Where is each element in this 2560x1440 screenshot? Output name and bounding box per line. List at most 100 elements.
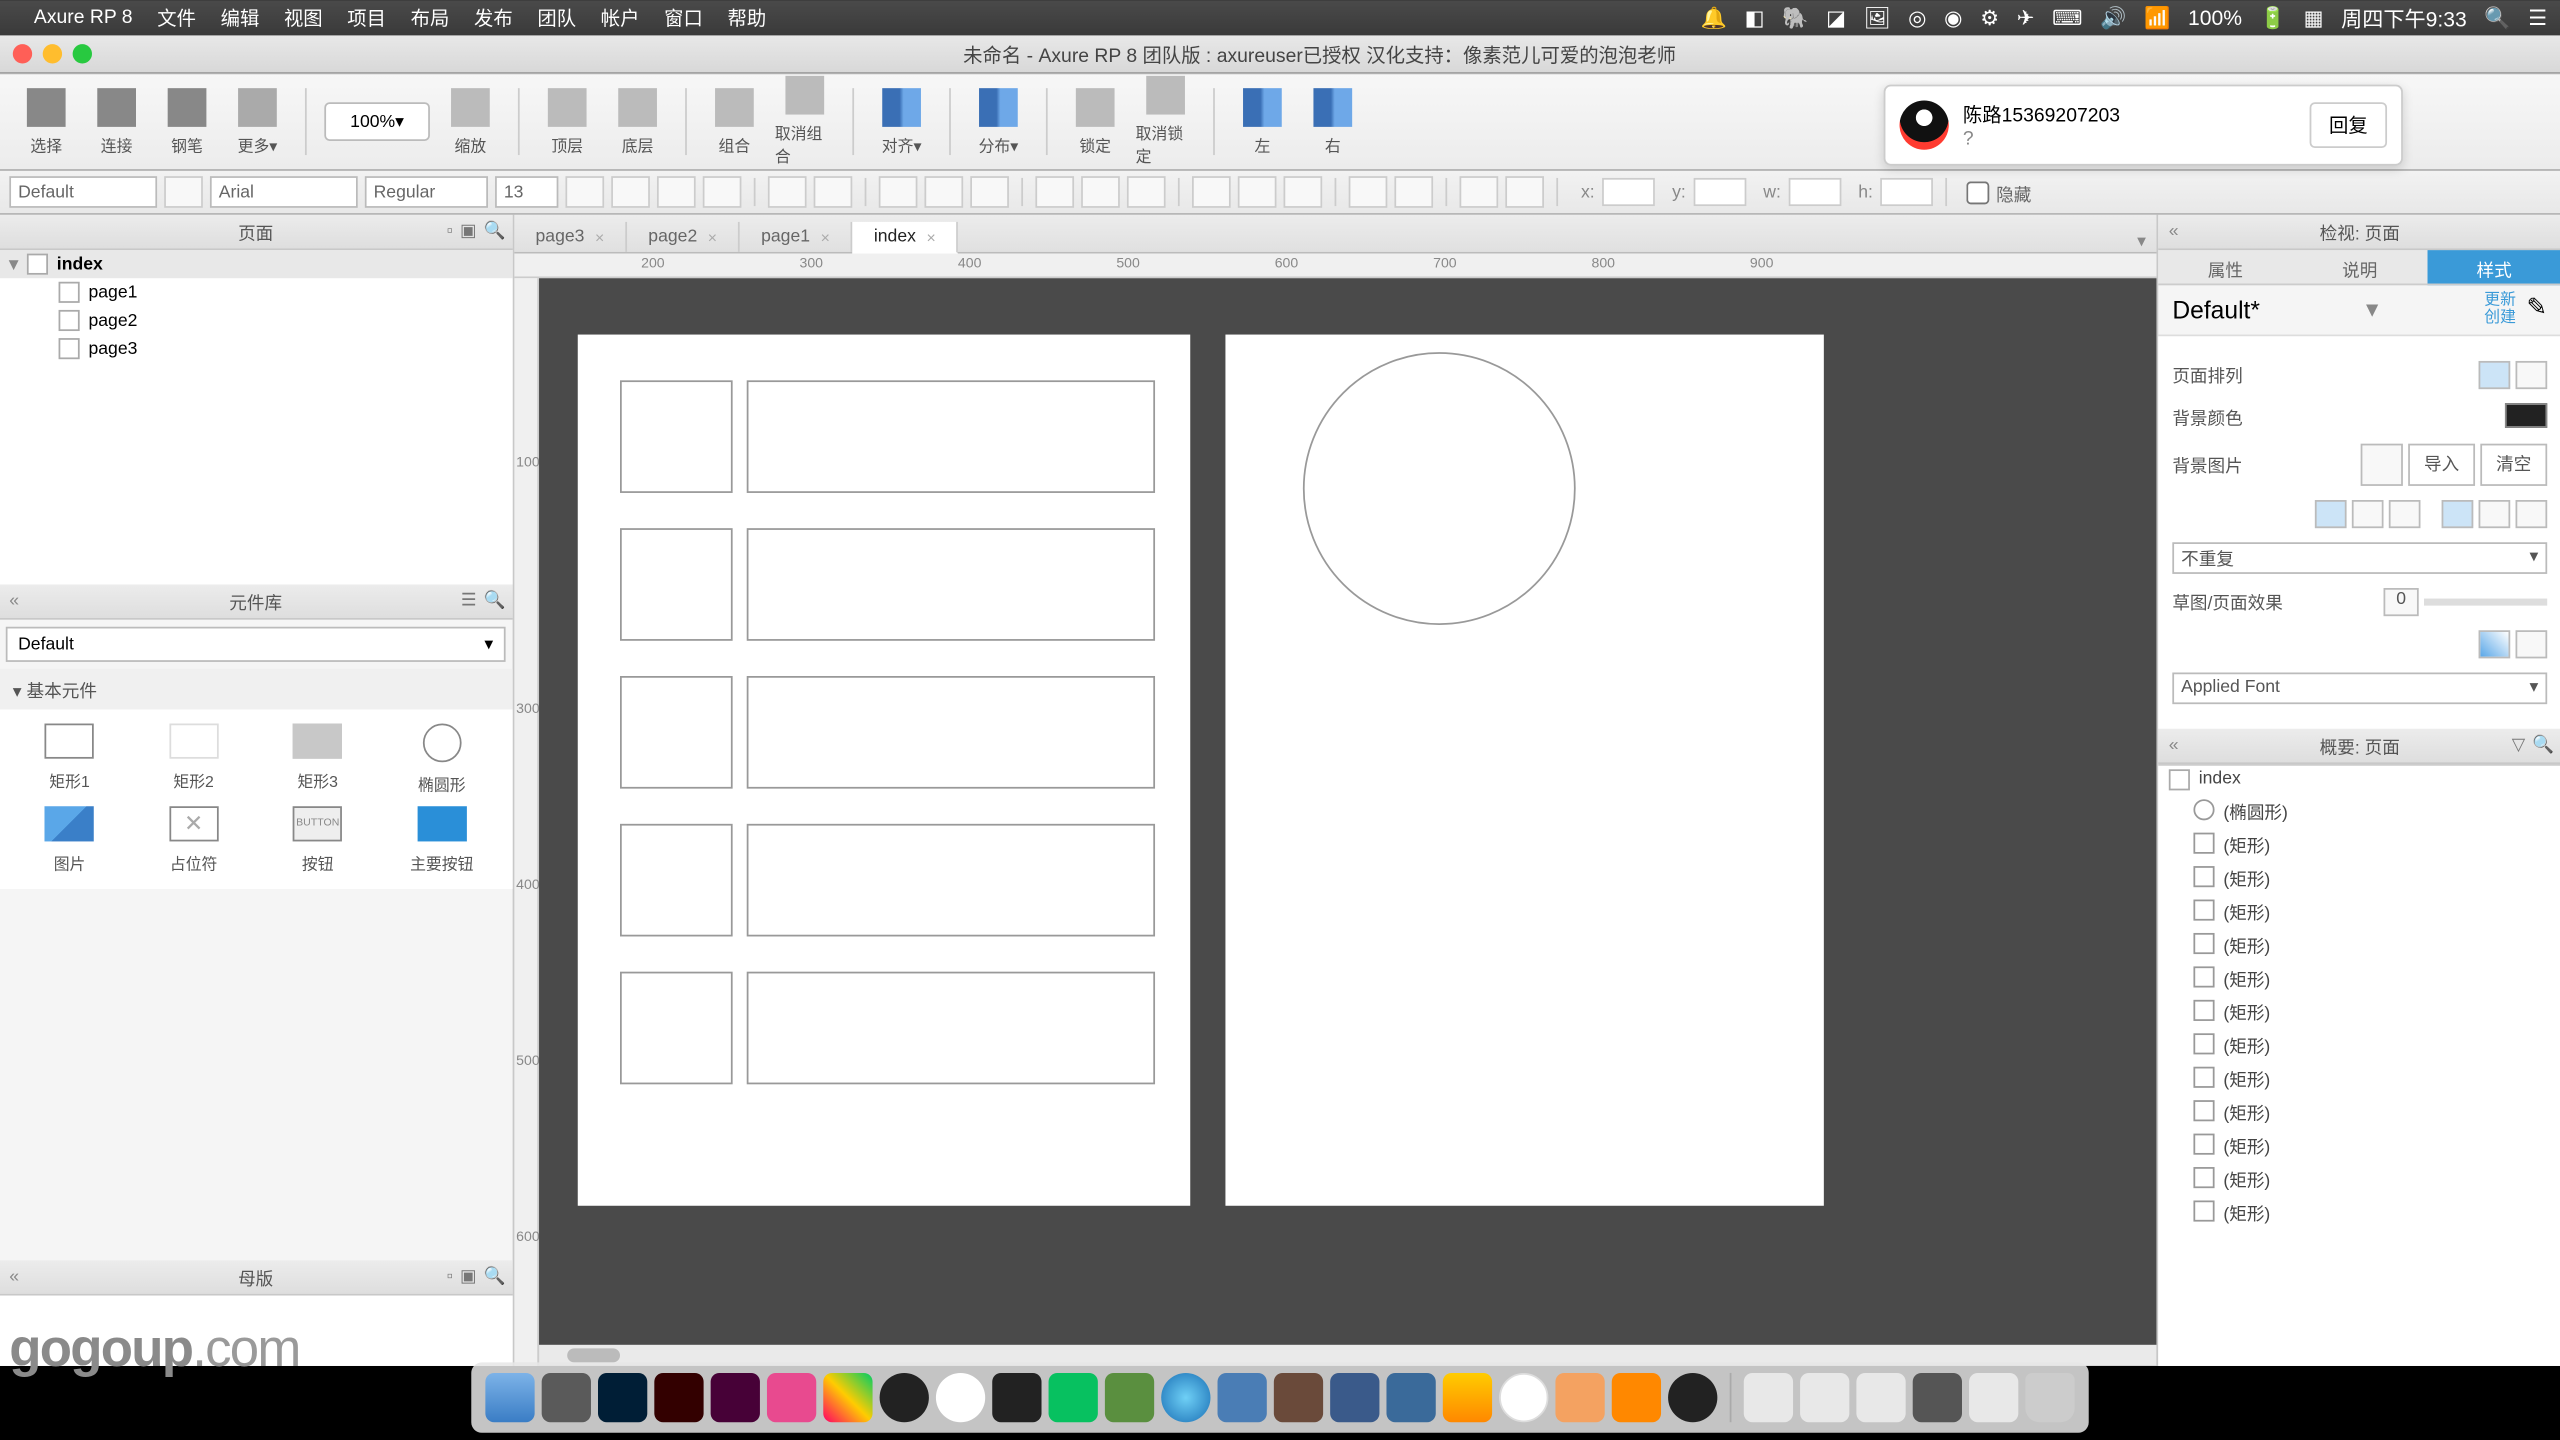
menu-view[interactable]: 视图 [284, 4, 323, 32]
border-width-button[interactable] [1284, 176, 1323, 208]
outline-item[interactable]: (矩形) [2158, 894, 2560, 927]
menu-edit[interactable]: 编辑 [221, 4, 260, 32]
dock-chrome[interactable] [1499, 1373, 1548, 1422]
valign-2[interactable] [2479, 500, 2511, 528]
menu-account[interactable]: 帐户 [601, 4, 640, 32]
valign-mid-button[interactable] [1081, 176, 1120, 208]
import-button[interactable]: 导入 [2408, 443, 2475, 485]
dock-mini3[interactable] [1856, 1373, 1905, 1422]
battery-icon[interactable]: 🔋 [2260, 5, 2286, 30]
add-folder-icon[interactable]: ▣ [460, 222, 477, 241]
canvas-rect[interactable] [620, 972, 733, 1085]
border-button[interactable] [1192, 176, 1231, 208]
padding-button[interactable] [1505, 176, 1544, 208]
tab-index[interactable]: index× [853, 222, 959, 254]
canvas-area[interactable] [539, 278, 2156, 1366]
menu-app[interactable]: Axure RP 8 [34, 7, 133, 28]
dock-axure[interactable] [767, 1373, 816, 1422]
tool-front[interactable]: 顶层 [537, 87, 597, 156]
align-center-option[interactable] [2516, 361, 2548, 389]
line-button[interactable] [1349, 176, 1388, 208]
outline-item[interactable]: (矩形) [2158, 827, 2560, 860]
add-page-icon[interactable]: ▫ [447, 222, 453, 241]
halign-2[interactable] [2352, 500, 2384, 528]
dock-vlc[interactable] [1612, 1373, 1661, 1422]
canvas-ellipse[interactable] [1303, 352, 1576, 625]
x-input[interactable] [1602, 178, 1655, 206]
tab-page3[interactable]: page3× [514, 222, 627, 252]
status-icon-7[interactable]: ⚙ [1980, 5, 1999, 30]
menu-layout[interactable]: 布局 [411, 4, 450, 32]
tool-distribute[interactable]: 分布▾ [968, 87, 1028, 156]
tab-notes[interactable]: 说明 [2293, 250, 2427, 285]
style-name[interactable]: Default* [2172, 296, 2260, 324]
tool-lock[interactable]: 锁定 [1065, 87, 1125, 156]
page-item[interactable]: page2 [0, 306, 513, 334]
tab-properties[interactable]: 属性 [2158, 250, 2292, 285]
dock-app8[interactable] [1386, 1373, 1435, 1422]
dock-app1[interactable] [823, 1373, 872, 1422]
dock-mini4[interactable] [1913, 1373, 1962, 1422]
valign-3[interactable] [2516, 500, 2548, 528]
gray-toggle[interactable] [2516, 630, 2548, 658]
widget-menu-icon[interactable]: ☰ [461, 592, 477, 611]
dock-sketch[interactable] [1443, 1373, 1492, 1422]
menu-help[interactable]: 帮助 [727, 4, 766, 32]
align-right-button[interactable] [970, 176, 1009, 208]
arrow-button[interactable] [1394, 176, 1433, 208]
dock-app7[interactable] [1330, 1373, 1379, 1422]
outline-item[interactable]: (矩形) [2158, 961, 2560, 994]
sketch-slider[interactable] [2424, 598, 2547, 605]
tool-unlock[interactable]: 取消锁定 [1136, 76, 1196, 168]
tool-zoomfit[interactable]: 缩放 [440, 87, 500, 156]
clear-button[interactable]: 清空 [2480, 443, 2547, 485]
outline-item[interactable]: (矩形) [2158, 1195, 2560, 1228]
search-icon[interactable]: 🔍 [2484, 5, 2510, 30]
dock-mini5[interactable] [1969, 1373, 2018, 1422]
widget-category[interactable]: ▾ 基本元件 [0, 669, 513, 709]
canvas-rect[interactable] [747, 676, 1155, 789]
status-icon-6[interactable]: ◉ [1944, 5, 1962, 30]
valign-bot-button[interactable] [1127, 176, 1166, 208]
widget-placeholder[interactable]: 占位符 [137, 806, 251, 875]
menu-publish[interactable]: 发布 [474, 4, 513, 32]
widget-rect2[interactable]: 矩形2 [137, 724, 251, 796]
dock-app4[interactable] [1161, 1373, 1210, 1422]
zoom-button[interactable] [73, 44, 92, 63]
style-edit-icon[interactable]: ✎ [2527, 292, 2548, 327]
dock-app2[interactable] [880, 1373, 929, 1422]
font-select[interactable]: Arial [210, 176, 358, 208]
notif-reply-button[interactable]: 回复 [2310, 102, 2387, 148]
valign-top-button[interactable] [1035, 176, 1074, 208]
widget-image[interactable]: 图片 [13, 806, 127, 875]
search-master-icon[interactable]: 🔍 [484, 1267, 506, 1286]
bg-image-preview[interactable] [2361, 443, 2403, 485]
widget-rect3[interactable]: 矩形3 [261, 724, 375, 796]
outline-item[interactable]: (矩形) [2158, 1161, 2560, 1194]
add-master-folder-icon[interactable]: ▣ [460, 1267, 477, 1286]
keyboard-icon[interactable]: ⌨ [2052, 5, 2082, 30]
widget-ellipse[interactable]: 椭圆形 [385, 724, 499, 796]
list-button[interactable] [1460, 176, 1499, 208]
style-edit-icon[interactable] [164, 176, 203, 208]
dock-finder[interactable] [485, 1373, 534, 1422]
outline-tree[interactable]: index (椭圆形) (矩形) (矩形) (矩形) (矩形) (矩形) (矩形… [2158, 764, 2560, 1366]
align-center-button[interactable] [924, 176, 963, 208]
outline-filter-icon[interactable]: ▽ [2512, 735, 2526, 754]
h-input[interactable] [1880, 178, 1933, 206]
library-select[interactable]: Default▾ [6, 627, 506, 662]
outline-item[interactable]: (矩形) [2158, 927, 2560, 960]
outline-item[interactable]: (矩形) [2158, 1028, 2560, 1061]
menu-window[interactable]: 窗口 [664, 4, 703, 32]
dock-trash[interactable] [2025, 1373, 2074, 1422]
tool-ungroup[interactable]: 取消组合 [775, 76, 835, 168]
outline-item[interactable]: (矩形) [2158, 1094, 2560, 1127]
dock-app6[interactable] [1274, 1373, 1323, 1422]
tool-align[interactable]: 对齐▾ [872, 87, 932, 156]
tab-page1[interactable]: page1× [740, 222, 853, 252]
canvas-rect[interactable] [620, 528, 733, 641]
dock-app3[interactable] [936, 1373, 985, 1422]
canvas-rect[interactable] [747, 824, 1155, 937]
outline-item[interactable]: (矩形) [2158, 994, 2560, 1027]
bell-icon[interactable]: 🔔 [1701, 5, 1727, 30]
